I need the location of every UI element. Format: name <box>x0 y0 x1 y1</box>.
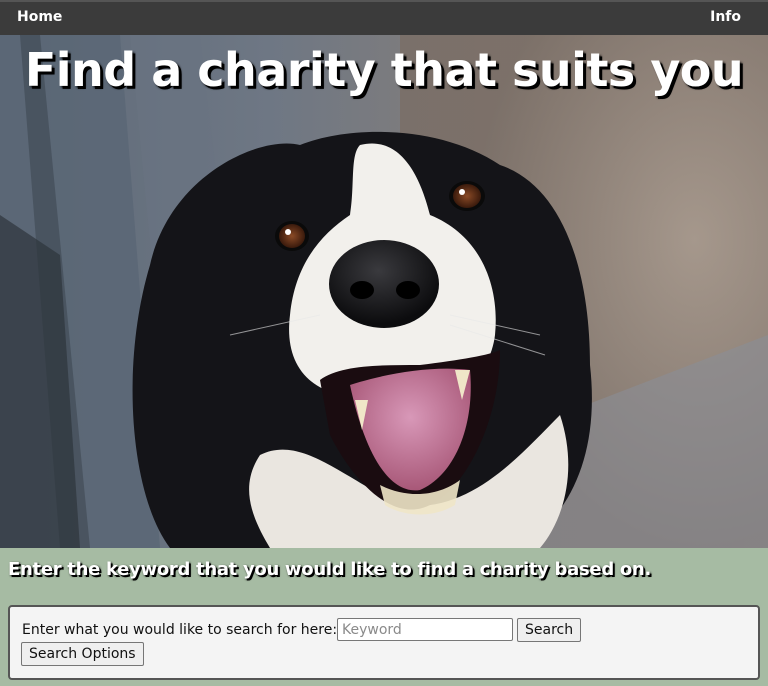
page-title: Find a charity that suits you <box>24 43 744 97</box>
search-button[interactable]: Search <box>517 618 582 642</box>
search-label: Enter what you would like to search for … <box>22 622 338 638</box>
hero-banner: Find a charity that suits you <box>0 35 768 548</box>
nav-info-link[interactable]: Info <box>710 9 741 25</box>
hero-dog-image <box>0 35 768 548</box>
search-form: Enter what you would like to search for … <box>8 605 760 680</box>
nav-home-link[interactable]: Home <box>17 9 62 25</box>
search-options-button[interactable]: Search Options <box>21 642 144 666</box>
top-navbar: Home Info <box>0 0 768 35</box>
search-input[interactable] <box>337 618 513 641</box>
search-prompt-heading: Enter the keyword that you would like to… <box>8 559 651 580</box>
